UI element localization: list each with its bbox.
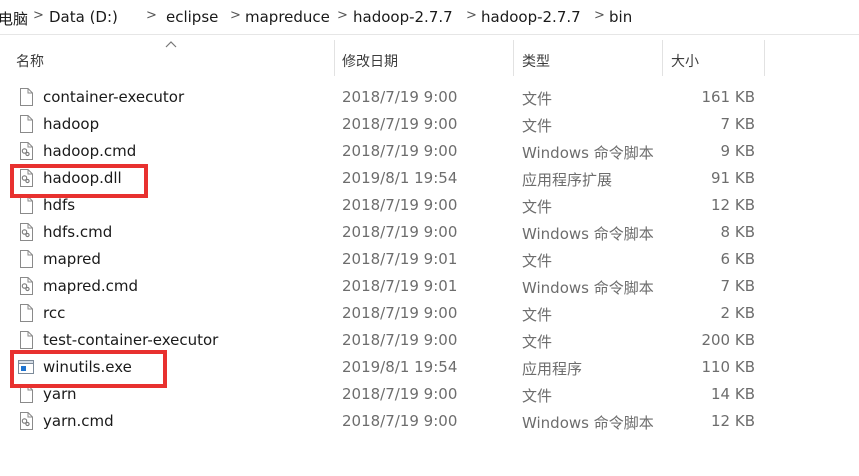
file-type: Windows 命令脚本 <box>522 279 654 297</box>
chevron-right-icon[interactable]: > <box>230 8 241 23</box>
file-type: Windows 命令脚本 <box>522 144 654 162</box>
file-row[interactable]: mapred 2018/7/19 9:01 文件 6 KB <box>0 246 859 273</box>
chevron-right-icon[interactable]: > <box>466 8 477 23</box>
cmd-script-icon <box>18 223 34 241</box>
cmd-script-icon <box>18 412 34 430</box>
chevron-right-icon[interactable]: > <box>146 8 157 23</box>
column-header-name-label: 名称 <box>16 54 44 70</box>
column-header-type[interactable]: 类型 <box>514 40 662 76</box>
file-size: 8 KB <box>720 223 755 241</box>
breadcrumb-item-computer[interactable]: 电脑 <box>0 8 28 29</box>
file-size: 200 KB <box>701 331 755 349</box>
file-type: 应用程序扩展 <box>522 171 613 189</box>
file-row[interactable]: container-executor 2018/7/19 9:00 文件 161 KB <box>0 84 859 111</box>
file-type: 文件 <box>522 198 553 216</box>
file-size: 110 KB <box>701 358 755 376</box>
blank-file-icon <box>18 88 34 106</box>
breadcrumb-item-hadoop-inner[interactable]: hadoop-2.7.7 <box>481 8 581 26</box>
file-type: 文件 <box>522 252 553 270</box>
file-modified-date: 2018/7/19 9:00 <box>342 304 458 322</box>
file-modified-date: 2018/7/19 9:00 <box>342 196 458 214</box>
file-type: 文件 <box>522 306 553 324</box>
chevron-right-icon[interactable]: > <box>594 8 605 23</box>
file-size: 161 KB <box>701 88 755 106</box>
breadcrumb-item-eclipse[interactable]: eclipse <box>166 8 218 26</box>
breadcrumb-item-drive[interactable]: Data (D:) <box>49 8 118 26</box>
file-row[interactable]: hdfs.cmd 2018/7/19 9:00 Windows 命令脚本 8 KB <box>0 219 859 246</box>
blank-file-icon <box>18 250 34 268</box>
file-modified-date: 2018/7/19 9:01 <box>342 277 458 295</box>
column-header-date[interactable]: 修改日期 <box>335 40 513 76</box>
file-modified-date: 2018/7/19 9:00 <box>342 412 458 430</box>
file-modified-date: 2018/7/19 9:00 <box>342 223 458 241</box>
blank-file-icon <box>18 304 34 322</box>
file-type: Windows 命令脚本 <box>522 225 654 243</box>
file-name: mapred <box>43 250 101 268</box>
file-modified-date: 2019/8/1 19:54 <box>342 169 458 187</box>
file-size: 12 KB <box>711 412 755 430</box>
file-row[interactable]: hadoop 2018/7/19 9:00 文件 7 KB <box>0 111 859 138</box>
file-modified-date: 2018/7/19 9:00 <box>342 115 458 133</box>
blank-file-icon <box>18 196 34 214</box>
column-divider[interactable] <box>764 40 765 76</box>
column-header-size[interactable]: 大小 <box>663 40 764 76</box>
file-row[interactable]: mapred.cmd 2018/7/19 9:01 Windows 命令脚本 7 KB <box>0 273 859 300</box>
file-modified-date: 2018/7/19 9:00 <box>342 88 458 106</box>
file-name: mapred.cmd <box>43 277 139 295</box>
breadcrumb-item-hadoop-outer[interactable]: hadoop-2.7.7 <box>353 8 453 26</box>
file-name: rcc <box>43 304 66 322</box>
column-header-name[interactable]: 名称 <box>0 40 334 76</box>
file-name: yarn.cmd <box>43 412 114 430</box>
file-row[interactable]: hadoop.cmd 2018/7/19 9:00 Windows 命令脚本 9 KB <box>0 138 859 165</box>
file-type: 文件 <box>522 333 553 351</box>
file-size: 91 KB <box>711 169 755 187</box>
file-size: 9 KB <box>720 142 755 160</box>
breadcrumb-item-bin[interactable]: bin <box>609 8 632 26</box>
file-size: 12 KB <box>711 196 755 214</box>
file-type: Windows 命令脚本 <box>522 414 654 432</box>
file-type: 文件 <box>522 117 553 135</box>
file-modified-date: 2018/7/19 9:00 <box>342 385 458 403</box>
file-row[interactable]: yarn.cmd 2018/7/19 9:00 Windows 命令脚本 12 KB <box>0 408 859 435</box>
file-modified-date: 2018/7/19 9:00 <box>342 331 458 349</box>
file-name: hadoop.cmd <box>43 142 137 160</box>
cmd-script-icon <box>18 277 34 295</box>
file-type: 应用程序 <box>522 360 583 378</box>
file-size: 6 KB <box>720 250 755 268</box>
file-name: hadoop <box>43 115 100 133</box>
file-name: test-container-executor <box>43 331 219 349</box>
file-name: hdfs.cmd <box>43 223 113 241</box>
chevron-right-icon[interactable]: > <box>337 8 348 23</box>
file-name: hdfs <box>43 196 76 214</box>
file-size: 14 KB <box>711 385 755 403</box>
file-modified-date: 2018/7/19 9:01 <box>342 250 458 268</box>
file-modified-date: 2019/8/1 19:54 <box>342 358 458 376</box>
blank-file-icon <box>18 331 34 349</box>
column-header-type-label: 类型 <box>522 54 550 70</box>
breadcrumb-item-mapreduce[interactable]: mapreduce <box>245 8 330 26</box>
file-type: 文件 <box>522 90 553 108</box>
column-header-date-label: 修改日期 <box>342 54 398 70</box>
file-name: container-executor <box>43 88 185 106</box>
file-size: 7 KB <box>720 277 755 295</box>
highlight-box-hadoop-dll <box>10 164 148 198</box>
file-row[interactable]: rcc 2018/7/19 9:00 文件 2 KB <box>0 300 859 327</box>
file-modified-date: 2018/7/19 9:00 <box>342 142 458 160</box>
file-size: 2 KB <box>720 304 755 322</box>
address-breadcrumb[interactable]: 电脑 > Data (D:) > eclipse > mapreduce > h… <box>0 0 859 35</box>
blank-file-icon <box>18 115 34 133</box>
file-size: 7 KB <box>720 115 755 133</box>
file-type: 文件 <box>522 387 553 405</box>
cmd-script-icon <box>18 142 34 160</box>
chevron-right-icon[interactable]: > <box>33 8 44 23</box>
column-header-size-label: 大小 <box>671 54 699 70</box>
highlight-box-winutils-exe <box>10 350 167 388</box>
